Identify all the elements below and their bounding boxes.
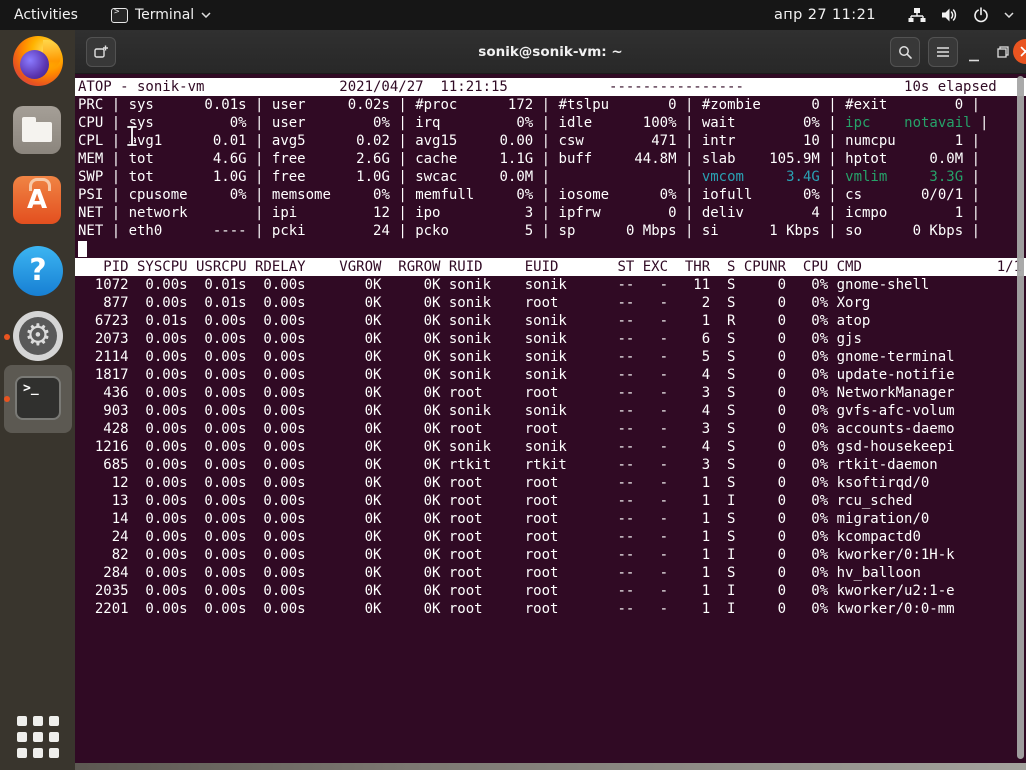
stats-row-prc: PRC | sys 0.01s | user 0.02s | #proc 172… <box>78 96 1026 114</box>
stats-row-net: NET | eth0 ---- | pcki 24 | pcko 5 | sp … <box>78 222 1026 240</box>
ubuntu-software-icon <box>13 176 61 224</box>
dock-item-ubuntu-software[interactable] <box>13 176 63 228</box>
volume-icon <box>941 7 958 23</box>
chevron-down-icon <box>201 12 211 18</box>
minimize-icon <box>968 50 980 62</box>
process-row: 14 0.00s 0.00s 0.00s 0K 0K root root -- … <box>78 510 1026 528</box>
process-row: 2201 0.00s 0.00s 0.00s 0K 0K root root -… <box>78 600 1026 618</box>
process-row: 2073 0.00s 0.00s 0.00s 0K 0K sonik sonik… <box>78 330 1026 348</box>
power-icon <box>973 7 989 23</box>
clock[interactable]: апр 27 11:21 <box>774 0 876 30</box>
chevron-down-icon <box>1004 12 1014 18</box>
process-row: 13 0.00s 0.00s 0.00s 0K 0K root root -- … <box>78 492 1026 510</box>
terminal-block-cursor <box>78 241 87 257</box>
settings-icon <box>13 311 63 361</box>
menu-button[interactable] <box>928 37 958 67</box>
process-row: 428 0.00s 0.00s 0.00s 0K 0K root root --… <box>78 420 1026 438</box>
terminal-app-icon <box>111 8 128 23</box>
help-icon: ? <box>13 246 63 296</box>
terminal-line: ATOP - sonik-vm 2021/04/27 11:21:15 ----… <box>75 78 1026 96</box>
dock-item-settings[interactable] <box>13 311 63 363</box>
stats-row-cpl: CPL | avg1 0.01 | avg5 0.02 | avg15 0.00… <box>78 132 1026 150</box>
search-button[interactable] <box>890 37 920 67</box>
terminal-icon <box>15 376 61 420</box>
hamburger-menu-icon <box>936 46 950 58</box>
process-row: 436 0.00s 0.00s 0.00s 0K 0K root root --… <box>78 384 1026 402</box>
files-icon <box>13 106 61 154</box>
titlebar[interactable]: sonik@sonik-vm: ~ <box>75 30 1026 74</box>
top-bar: Activities Terminal апр 27 11:21 <box>0 0 1026 30</box>
terminal-content[interactable]: ATOP - sonik-vm 2021/04/27 11:21:15 ----… <box>75 74 1026 763</box>
terminal-line <box>78 240 1026 258</box>
activities-button[interactable]: Activities <box>0 0 92 30</box>
minimize-button[interactable] <box>966 42 982 62</box>
firefox-icon <box>13 36 63 86</box>
process-row: 12 0.00s 0.00s 0.00s 0K 0K root root -- … <box>78 474 1026 492</box>
window-title: sonik@sonik-vm: ~ <box>75 30 1026 74</box>
stats-row-psi: PSI | cpusome 0% | memsome 0% | memfull … <box>78 186 1026 204</box>
terminal-screen[interactable]: ATOP - sonik-vm 2021/04/27 11:21:15 ----… <box>75 74 1026 618</box>
dock-item-terminal[interactable] <box>13 373 63 425</box>
process-row: 82 0.00s 0.00s 0.00s 0K 0K root root -- … <box>78 546 1026 564</box>
process-row: 2035 0.00s 0.00s 0.00s 0K 0K root root -… <box>78 582 1026 600</box>
app-grid-icon <box>17 716 27 726</box>
stats-row-swp: SWP | tot 1.0G | free 1.0G | swcac 0.0M … <box>78 168 1026 186</box>
stats-row-mem: MEM | tot 4.6G | free 2.6G | cache 1.1G … <box>78 150 1026 168</box>
scrollbar-thumb[interactable] <box>1017 76 1024 759</box>
dock-item-files[interactable] <box>13 106 63 158</box>
process-row: 24 0.00s 0.00s 0.00s 0K 0K root root -- … <box>78 528 1026 546</box>
mouse-ibeam-cursor <box>125 125 139 147</box>
search-icon <box>898 45 913 60</box>
app-menu-label: Terminal <box>135 7 194 23</box>
network-wired-icon <box>908 7 926 23</box>
process-row: 685 0.00s 0.00s 0.00s 0K 0K rtkit rtkit … <box>78 456 1026 474</box>
system-menu[interactable] <box>908 0 1020 30</box>
process-row: 1072 0.00s 0.01s 0.00s 0K 0K sonik sonik… <box>78 276 1026 294</box>
stats-row-cpu: CPU | sys 0% | user 0% | irq 0% | idle 1… <box>78 114 1026 132</box>
process-row: 877 0.00s 0.01s 0.00s 0K 0K sonik root -… <box>78 294 1026 312</box>
app-menu-terminal[interactable]: Terminal <box>105 0 217 30</box>
process-row: 284 0.00s 0.00s 0.00s 0K 0K root root --… <box>78 564 1026 582</box>
process-row: 1817 0.00s 0.00s 0.00s 0K 0K sonik sonik… <box>78 366 1026 384</box>
stats-row-net: NET | network | ipi 12 | ipo 3 | ipfrw 0… <box>78 204 1026 222</box>
terminal-window: sonik@sonik-vm: ~ ATOP <box>75 30 1026 764</box>
process-row: 6723 0.01s 0.00s 0.00s 0K 0K sonik sonik… <box>78 312 1026 330</box>
restore-icon <box>996 45 1010 59</box>
show-apps-button[interactable] <box>17 716 59 758</box>
process-row: 2114 0.00s 0.00s 0.00s 0K 0K sonik sonik… <box>78 348 1026 366</box>
dock-item-firefox[interactable] <box>13 36 63 88</box>
close-icon <box>1020 46 1026 57</box>
process-table-header: PID SYSCPU USRCPU RDELAY VGROW RGROW RUI… <box>75 258 1026 276</box>
restore-button[interactable] <box>996 44 1010 63</box>
dock: ? <box>0 30 75 770</box>
process-row: 1216 0.00s 0.00s 0.00s 0K 0K sonik sonik… <box>78 438 1026 456</box>
process-row: 903 0.00s 0.00s 0.00s 0K 0K sonik sonik … <box>78 402 1026 420</box>
dock-item-help[interactable]: ? <box>13 246 63 298</box>
